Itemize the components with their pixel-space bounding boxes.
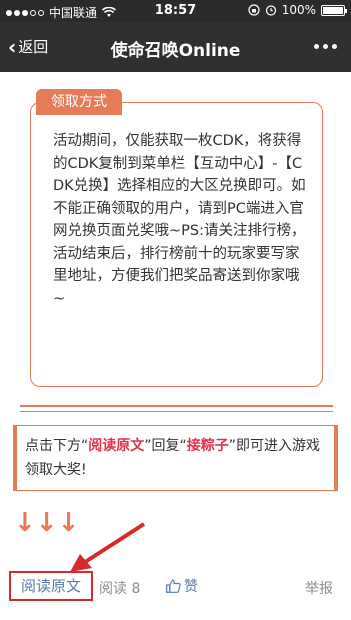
method-box: 活动期间，仅能获取一枚CDK，将获得的CDK复制到菜单栏【互动中心】-【CDK兑…: [30, 102, 323, 387]
divider: [20, 411, 333, 412]
cta-highlight-keyword: 接粽子: [186, 438, 229, 454]
method-text: 活动期间，仅能获取一枚CDK，将获得的CDK复制到菜单栏【互动中心】-【CDK兑…: [53, 133, 306, 307]
divider: [20, 405, 333, 407]
alarm-icon: [265, 5, 276, 16]
cta-text-part: ”回复“: [144, 438, 187, 454]
more-options-button[interactable]: [314, 44, 337, 49]
thumbs-up-icon: [166, 579, 181, 593]
status-right: 100%: [248, 3, 347, 17]
like-button[interactable]: 赞: [166, 576, 198, 596]
read-original-link[interactable]: 阅读原文: [9, 571, 93, 601]
read-count: 阅读 8: [99, 581, 141, 597]
rotation-lock-icon: [248, 4, 260, 16]
report-link[interactable]: 举报: [305, 578, 333, 598]
battery-icon: [321, 4, 347, 16]
cta-text-part: 点击下方“: [25, 438, 89, 454]
page-title: 使命召唤Online: [110, 41, 241, 61]
status-bar: 中国联通 18:57 100%: [0, 0, 351, 22]
battery-label: 100%: [281, 3, 316, 17]
method-tab-label: 领取方式: [36, 89, 122, 115]
cta-box: 点击下方“阅读原文”回复“接粽子”即可进入游戏领取大奖!: [13, 425, 338, 491]
article-content: 活动期间，仅能获取一枚CDK，将获得的CDK复制到菜单栏【互动中心】-【CDK兑…: [0, 72, 351, 620]
cta-highlight-read-original: 阅读原文: [88, 438, 145, 454]
nav-bar: ‹ 返回 使命召唤Online: [0, 22, 351, 72]
bottom-bar: 阅读原文 阅读 8 赞 举报: [0, 566, 351, 606]
like-label: 赞: [184, 579, 198, 595]
